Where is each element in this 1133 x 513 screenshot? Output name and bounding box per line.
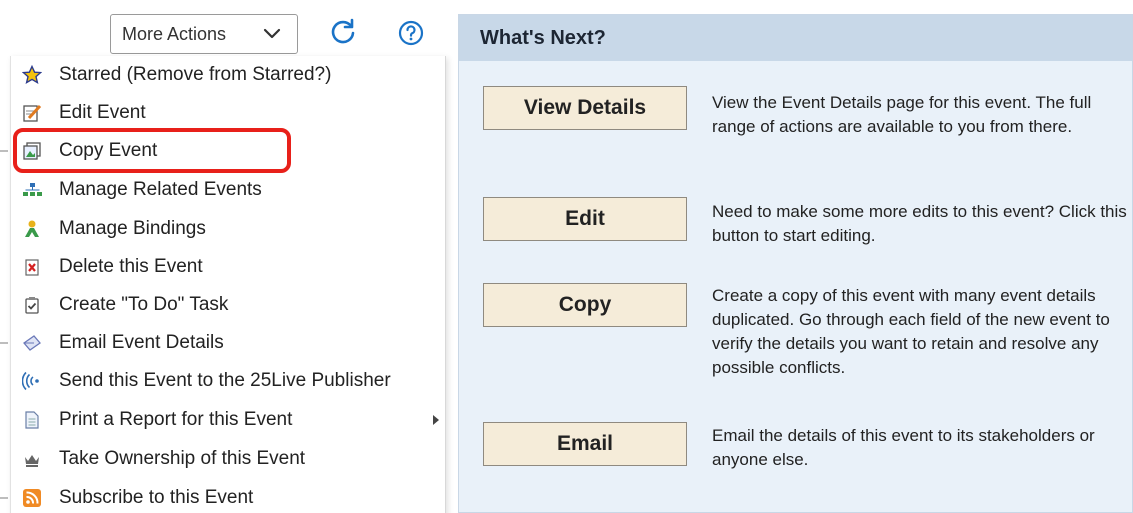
bindings-icon	[22, 219, 42, 239]
edit-description: Need to make some more edits to this eve…	[712, 202, 1127, 245]
copy-description: Create a copy of this event with many ev…	[712, 286, 1110, 377]
toolbar: More Actions	[0, 0, 450, 56]
copy-event-highlight	[13, 128, 291, 173]
menu-item-label: Manage Bindings	[59, 218, 206, 239]
menu-item-label: Send this Event to the 25Live Publisher	[59, 370, 391, 391]
menu-item-create-todo[interactable]: Create "To Do" Task	[11, 286, 445, 324]
menu-item-manage-bindings[interactable]: Manage Bindings	[11, 210, 445, 248]
menu-item-edit-event[interactable]: Edit Event	[11, 94, 445, 132]
more-actions-label: More Actions	[122, 23, 227, 44]
delete-icon	[22, 257, 42, 277]
edit-icon	[22, 103, 42, 123]
menu-item-label: Take Ownership of this Event	[59, 448, 306, 469]
refresh-icon[interactable]	[330, 18, 356, 44]
more-actions-dropdown[interactable]: More Actions	[110, 14, 298, 54]
menu-item-subscribe[interactable]: Subscribe to this Event	[11, 479, 445, 513]
view-details-description: View the Event Details page for this eve…	[712, 93, 1092, 136]
rss-icon	[22, 488, 42, 508]
connector-dash	[0, 497, 8, 499]
menu-item-label: Edit Event	[59, 102, 146, 123]
more-actions-menu: Starred (Remove from Starred?) Edit Even…	[10, 56, 446, 513]
panel-title: What's Next?	[459, 15, 1132, 61]
menu-item-email-event-details[interactable]: Email Event Details	[11, 324, 445, 362]
menu-item-delete-event[interactable]: Delete this Event	[11, 248, 445, 286]
menu-item-starred[interactable]: Starred (Remove from Starred?)	[11, 56, 445, 94]
todo-icon	[22, 295, 42, 315]
help-icon[interactable]	[398, 20, 424, 46]
menu-item-print-report[interactable]: Print a Report for this Event	[11, 401, 445, 439]
submenu-arrow-icon	[433, 415, 439, 425]
report-icon	[22, 410, 42, 430]
menu-item-label: Print a Report for this Event	[59, 409, 293, 430]
email-icon	[22, 333, 42, 353]
menu-item-send-to-publisher[interactable]: Send this Event to the 25Live Publisher	[11, 362, 445, 400]
email-button[interactable]: Email	[483, 422, 687, 466]
menu-item-label: Starred (Remove from Starred?)	[59, 64, 332, 85]
hierarchy-icon	[22, 180, 42, 200]
broadcast-icon	[22, 371, 42, 391]
view-details-button[interactable]: View Details	[483, 86, 687, 130]
ownership-icon	[22, 449, 42, 469]
copy-button[interactable]: Copy	[483, 283, 687, 327]
email-description: Email the details of this event to its s…	[712, 426, 1095, 469]
menu-item-label: Manage Related Events	[59, 179, 262, 200]
menu-item-label: Email Event Details	[59, 332, 224, 353]
menu-item-label: Delete this Event	[59, 256, 203, 277]
menu-item-label: Subscribe to this Event	[59, 487, 254, 508]
menu-item-manage-related-events[interactable]: Manage Related Events	[11, 171, 445, 209]
star-icon	[22, 65, 42, 85]
chevron-down-icon	[263, 28, 281, 39]
connector-dash	[0, 150, 8, 152]
edit-button[interactable]: Edit	[483, 197, 687, 241]
connector-dash	[0, 342, 8, 344]
menu-item-take-ownership[interactable]: Take Ownership of this Event	[11, 440, 445, 478]
whats-next-panel: What's Next? View Details View the Event…	[458, 14, 1133, 513]
menu-item-label: Create "To Do" Task	[59, 294, 229, 315]
